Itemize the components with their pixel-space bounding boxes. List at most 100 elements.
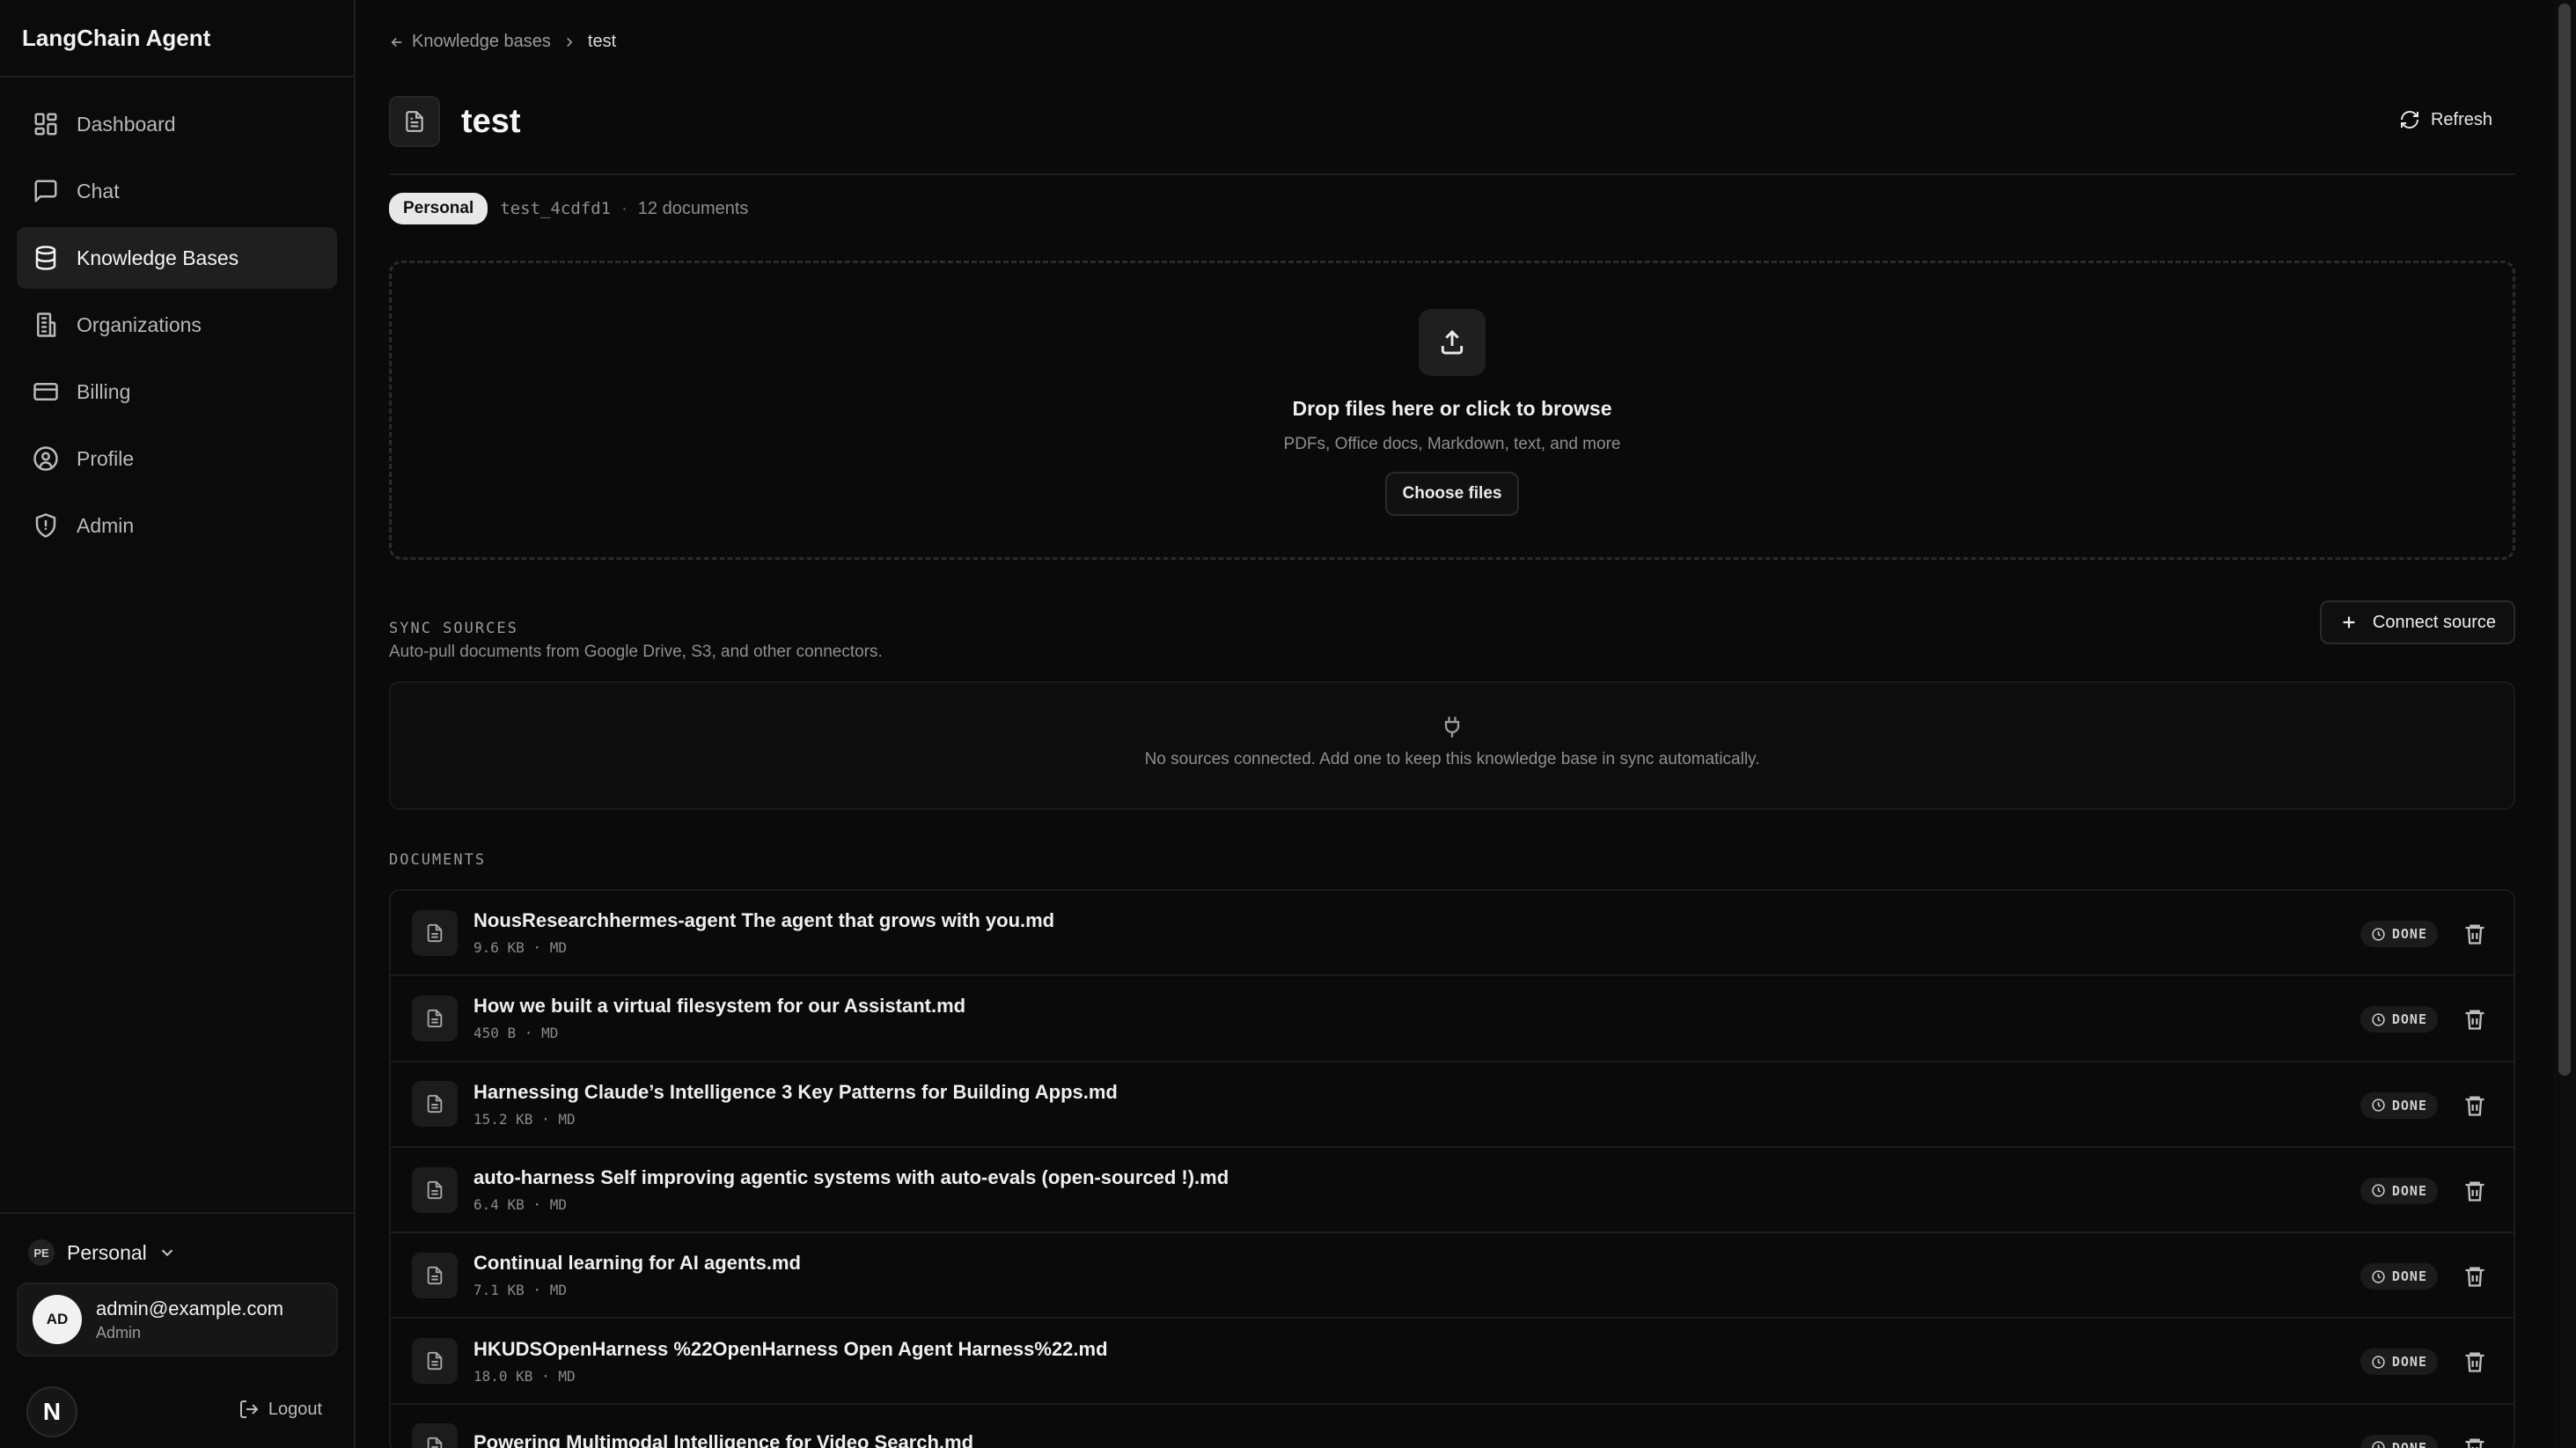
trash-icon: [2465, 1096, 2484, 1116]
clock-icon: [2372, 1270, 2385, 1283]
document-list: NousResearchhermes-agent The agent that …: [389, 889, 2515, 1448]
meta-separator: ·: [621, 198, 627, 218]
sidebar-item-billing[interactable]: Billing: [17, 361, 337, 423]
status-label: DONE: [2391, 1182, 2427, 1199]
clock-icon: [2372, 1099, 2385, 1112]
trash-icon: [2465, 1267, 2484, 1287]
scope-badge: Personal: [389, 193, 488, 224]
refresh-icon: [2400, 111, 2418, 129]
delete-button[interactable]: [2462, 1179, 2487, 1203]
sidebar-item-dashboard[interactable]: Dashboard: [17, 93, 337, 155]
refresh-button[interactable]: Refresh: [2389, 100, 2503, 139]
page-header: test Refresh: [389, 95, 2515, 148]
sync-sources-label: SYNC SOURCES: [389, 620, 518, 637]
connect-source-label: Connect source: [2372, 612, 2496, 632]
page-title: test: [461, 102, 521, 140]
building-icon: [37, 312, 56, 337]
sidebar-footer: PE Personal AD admin@example.com Admin N…: [0, 1212, 354, 1448]
delete-button[interactable]: [2462, 1436, 2487, 1448]
clock-icon: [2372, 1184, 2385, 1198]
sources-empty-state: No sources connected. Add one to keep th…: [389, 681, 2515, 810]
delete-button[interactable]: [2462, 1093, 2487, 1118]
sidebar-item-label: Organizations: [77, 312, 202, 336]
document-row[interactable]: How we built a virtual filesystem for ou…: [391, 976, 2514, 1062]
document-row[interactable]: NousResearchhermes-agent The agent that …: [391, 891, 2514, 977]
document-row[interactable]: Harnessing Claude’s Intelligence 3 Key P…: [391, 1062, 2514, 1148]
document-row[interactable]: Powering Multimodal Intelligence for Vid…: [391, 1405, 2514, 1448]
document-meta: 15.2 KB · MD: [473, 1110, 576, 1128]
plus-icon: [2343, 616, 2355, 628]
chat-icon: [34, 180, 57, 202]
chevron-right-icon: [567, 37, 573, 47]
trash-icon: [2465, 1181, 2484, 1202]
status-badge: DONE: [2359, 1092, 2438, 1119]
trash-icon: [2465, 1438, 2484, 1448]
dropzone-subtitle: PDFs, Office docs, Markdown, text, and m…: [1283, 435, 1621, 453]
status-label: DONE: [2391, 1354, 2427, 1371]
status-badge: DONE: [2359, 1349, 2438, 1376]
clock-icon: [2372, 1441, 2385, 1448]
arrow-left-icon: [391, 37, 402, 47]
document-meta: 6.4 KB · MD: [473, 1196, 567, 1214]
logout-label: Logout: [268, 1399, 322, 1419]
trash-icon: [2465, 924, 2484, 945]
delete-button[interactable]: [2462, 922, 2487, 946]
status-label: DONE: [2391, 1268, 2427, 1285]
refresh-label: Refresh: [2430, 109, 2492, 129]
file-icon: [412, 1423, 458, 1448]
document-meta: 9.6 KB · MD: [473, 939, 567, 957]
sync-sources-description: Auto-pull documents from Google Drive, S…: [389, 643, 883, 661]
document-row[interactable]: HKUDSOpenHarness %22OpenHarness Open Age…: [391, 1319, 2514, 1405]
file-dropzone[interactable]: Drop files here or click to browse PDFs,…: [389, 261, 2515, 560]
connect-source-button[interactable]: Connect source: [2319, 600, 2515, 644]
sources-empty-text: No sources connected. Add one to keep th…: [1144, 750, 1760, 768]
document-meta: 7.1 KB · MD: [473, 1282, 567, 1299]
divider: [389, 173, 2515, 175]
document-name: Powering Multimodal Intelligence for Vid…: [473, 1431, 974, 1448]
sidebar-item-label: Knowledge Bases: [77, 246, 239, 269]
user-circle-icon: [33, 446, 58, 471]
breadcrumb: Knowledge bases test: [389, 32, 616, 52]
documents-label: DOCUMENTS: [389, 851, 487, 869]
kb-meta: Personal test_4cdfd1 · 12 documents: [389, 193, 748, 224]
status-label: DONE: [2391, 926, 2427, 942]
dashboard-icon: [34, 113, 57, 136]
document-meta: 18.0 KB · MD: [473, 1367, 576, 1385]
delete-button[interactable]: [2462, 1349, 2487, 1374]
breadcrumb-parent-link[interactable]: Knowledge bases: [412, 32, 551, 52]
file-icon: [412, 909, 458, 956]
credit-card-icon: [33, 383, 58, 401]
avatar: AD: [33, 1295, 82, 1344]
user-role: Admin: [96, 1323, 142, 1341]
status-label: DONE: [2391, 1011, 2427, 1028]
status-badge: DONE: [2359, 1434, 2438, 1448]
choose-files-button[interactable]: Choose files: [1384, 472, 1520, 516]
document-name: How we built a virtual filesystem for ou…: [473, 995, 966, 1018]
user-email: admin@example.com: [96, 1297, 284, 1319]
n-logo[interactable]: N: [26, 1386, 77, 1437]
sidebar-item-knowledge-bases[interactable]: Knowledge Bases: [17, 227, 337, 289]
upload-icon: [1419, 309, 1486, 376]
document-name: auto-harness Self improving agentic syst…: [473, 1166, 1229, 1189]
logout-button[interactable]: Logout: [239, 1399, 322, 1420]
delete-button[interactable]: [2462, 1007, 2487, 1032]
scrollbar-thumb[interactable]: [2558, 4, 2571, 1076]
workspace-switcher[interactable]: PE Personal: [0, 1235, 354, 1270]
sidebar-item-organizations[interactable]: Organizations: [17, 294, 337, 356]
document-count: 12 documents: [637, 198, 749, 218]
page-scrollbar[interactable]: [2553, 0, 2576, 1448]
file-icon: [412, 995, 458, 1041]
kb-id: test_4cdfd1: [500, 199, 612, 218]
delete-button[interactable]: [2462, 1264, 2487, 1289]
document-row[interactable]: Continual learning for AI agents.md 7.1 K…: [391, 1233, 2514, 1319]
document-name: HKUDSOpenHarness %22OpenHarness Open Age…: [473, 1337, 1108, 1360]
sidebar-item-chat[interactable]: Chat: [17, 160, 337, 222]
document-meta: 450 B · MD: [473, 1025, 559, 1042]
sidebar-item-profile[interactable]: Profile: [17, 428, 337, 489]
status-badge: DONE: [2359, 1177, 2438, 1204]
user-card[interactable]: AD admin@example.com Admin: [17, 1283, 338, 1356]
document-row[interactable]: auto-harness Self improving agentic syst…: [391, 1148, 2514, 1234]
sidebar-item-admin[interactable]: Admin: [17, 495, 337, 556]
app-title: LangChain Agent: [0, 0, 354, 77]
sidebar-item-label: Billing: [77, 379, 131, 403]
